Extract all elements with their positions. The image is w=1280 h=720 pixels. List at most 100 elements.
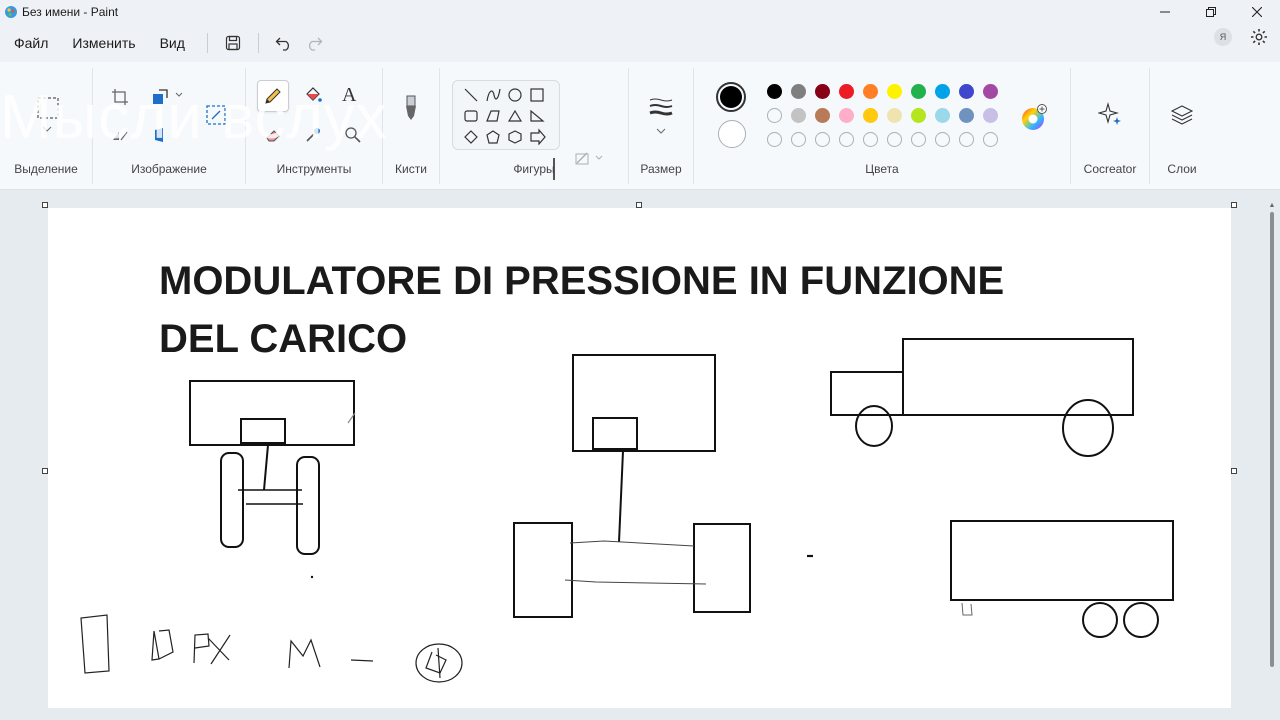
image-label: Изображение [131,162,207,176]
eraser-icon[interactable] [264,126,282,144]
color-swatch[interactable] [959,108,974,123]
brushes-group: Кисти [383,62,439,190]
restore-icon [1206,7,1216,17]
resize-icon[interactable] [151,88,169,106]
primary-color-fill [720,86,742,108]
pencil-icon [265,88,281,104]
brush-icon[interactable] [401,94,421,122]
color-swatch[interactable] [935,84,950,99]
edit-colors-icon[interactable] [1020,104,1048,132]
color-swatch[interactable] [815,84,830,99]
fill-bucket-icon[interactable] [303,86,323,106]
color-swatch[interactable] [839,108,854,123]
selection-icon[interactable] [36,96,60,120]
maximize-button[interactable] [1188,0,1234,24]
flip-icon[interactable] [111,126,129,144]
color-swatch[interactable] [863,132,878,147]
primary-color[interactable] [716,82,746,112]
minimize-button[interactable] [1142,0,1188,24]
undo-button[interactable] [269,28,299,58]
colors-group: Цвета [694,62,1070,190]
color-swatch[interactable] [935,108,950,123]
scroll-up-arrow-icon[interactable]: ▲ [1268,202,1276,210]
color-swatch[interactable] [791,84,806,99]
color-swatch[interactable] [815,132,830,147]
chevron-down-icon[interactable] [656,128,666,134]
undo-icon [275,37,289,51]
scroll-thumb[interactable] [1270,212,1274,667]
paint-app-icon [5,6,17,18]
handwritten-scribbles [80,614,463,683]
sparkle-icon[interactable] [1098,102,1122,126]
menu-separator [206,33,208,53]
color-picker-icon[interactable] [304,126,322,144]
layers-group: Слои [1150,62,1214,190]
window-title: Без имени - Paint [22,5,119,19]
magnifier-icon[interactable] [344,126,362,144]
size-label: Размер [640,162,682,176]
color-swatch[interactable] [839,132,854,147]
selection-group: Выделение [0,62,92,190]
rotate-icon[interactable] [205,104,227,126]
color-swatch[interactable] [959,132,974,147]
chevron-down-icon[interactable] [175,92,183,98]
canvas-drawing [80,338,1174,683]
size-group: Размер [629,62,693,190]
resize-handle[interactable] [1231,468,1237,474]
tools-group: A Инструменты [246,62,382,190]
color-swatch[interactable] [935,132,950,147]
image-group: Изображение [93,62,245,190]
crop-icon[interactable] [111,88,129,106]
layers-icon[interactable] [1171,104,1193,126]
color-swatch[interactable] [911,84,926,99]
trailer-sketch [950,520,1174,638]
menu-edit[interactable]: Изменить [60,28,147,58]
axle-sketch [513,354,813,618]
color-swatch[interactable] [839,84,854,99]
shapes-group: Фигуры [440,62,628,190]
color-swatch[interactable] [815,108,830,123]
redo-button[interactable] [299,28,329,58]
color-swatch[interactable] [863,84,878,99]
color-swatch[interactable] [983,84,998,99]
menu-view[interactable]: Вид [148,28,197,58]
resize-handle[interactable] [1231,202,1237,208]
text-tool-icon[interactable]: A [342,84,356,107]
menu-separator [257,33,259,53]
color-swatch[interactable] [791,132,806,147]
colors-label: Цвета [865,162,899,176]
brushes-label: Кисти [395,162,427,176]
save-button[interactable] [218,28,248,58]
color-swatch[interactable] [887,84,902,99]
stroke-size-icon[interactable] [649,98,673,116]
menu-bar: Файл Изменить Вид Я [0,24,1280,62]
selection-label: Выделение [14,162,78,176]
menu-file[interactable]: Файл [2,28,60,58]
color-swatch[interactable] [911,132,926,147]
color-swatch[interactable] [863,108,878,123]
settings-gear-icon[interactable] [1250,28,1268,46]
chevron-down-icon[interactable] [42,126,52,132]
skew-icon[interactable] [151,126,169,144]
secondary-color[interactable] [718,120,746,148]
drawing-canvas[interactable]: MODULATORE DI PRESSIONE IN FUNZIONE DEL … [48,208,1231,708]
color-swatch[interactable] [983,108,998,123]
color-swatch[interactable] [887,108,902,123]
truck-sketch [830,338,1134,457]
vertical-scrollbar[interactable]: ▲ [1268,202,1276,670]
color-swatch[interactable] [887,132,902,147]
color-swatch[interactable] [791,108,806,123]
color-swatch[interactable] [767,108,782,123]
color-swatch[interactable] [911,108,926,123]
user-avatar[interactable]: Я [1214,28,1232,46]
cocreator-label: Cocreator [1083,162,1137,176]
car-front-sketch [189,380,356,579]
pencil-tool-button[interactable] [257,80,289,112]
color-swatch[interactable] [767,84,782,99]
color-swatch[interactable] [767,132,782,147]
workspace: MODULATORE DI PRESSIONE IN FUNZIONE DEL … [0,190,1280,720]
redo-icon [308,37,323,51]
color-swatch[interactable] [959,84,974,99]
close-button[interactable] [1234,0,1280,24]
color-swatch[interactable] [983,132,998,147]
